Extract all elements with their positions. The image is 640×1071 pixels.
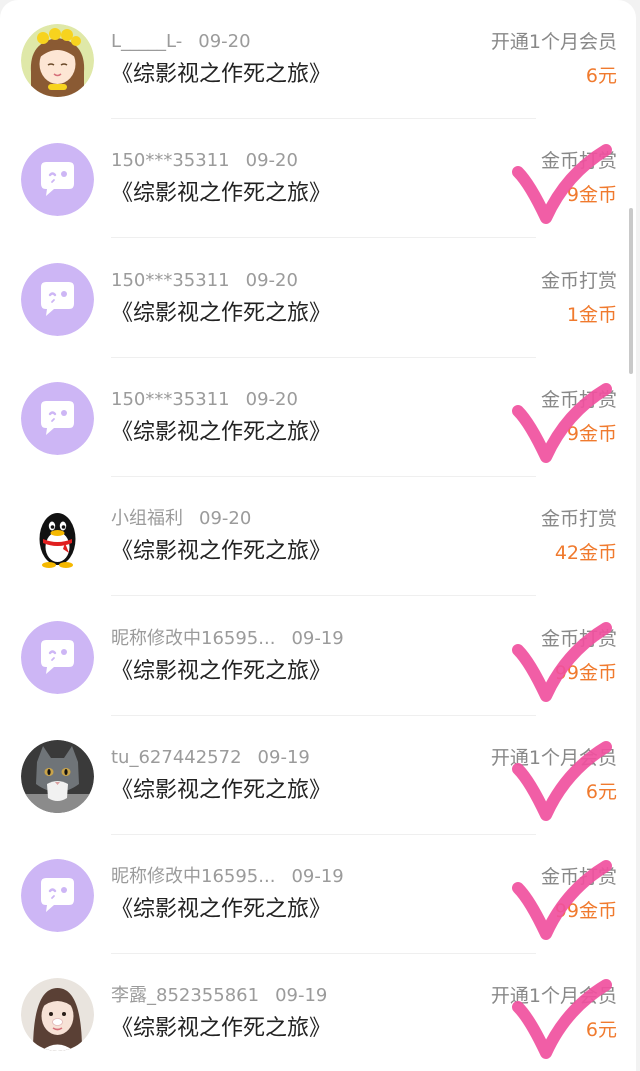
record-amount: 1金币 bbox=[566, 303, 617, 326]
user-line: 李露_852355861 09-19 bbox=[111, 983, 327, 1009]
avatar[interactable] bbox=[21, 143, 94, 217]
record-action: 金币打赏 bbox=[540, 269, 617, 292]
avatar[interactable] bbox=[21, 978, 94, 1052]
record-date: 09-20 bbox=[245, 388, 298, 410]
record-amount: 6元 bbox=[585, 1019, 617, 1042]
avatar[interactable] bbox=[21, 620, 94, 694]
user-name[interactable]: 150***35311 bbox=[111, 389, 230, 410]
record-row[interactable]: tu_627442572 09-19 《综影视之作死之旅》 开通1个月会员 6元 bbox=[0, 716, 636, 835]
record-amount: 99金币 bbox=[554, 900, 617, 923]
book-title: 《综影视之作死之旅》 bbox=[111, 181, 332, 207]
book-title: 《综影视之作死之旅》 bbox=[111, 62, 332, 87]
record-date: 09-19 bbox=[275, 985, 328, 1007]
user-name[interactable]: 李露_852355861 bbox=[111, 985, 259, 1006]
record-action: 金币打赏 bbox=[540, 150, 617, 173]
record-action: 金币打赏 bbox=[540, 866, 617, 889]
book-title: 《综影视之作死之旅》 bbox=[111, 419, 332, 445]
record-row[interactable]: 李露_852355861 09-19 《综影视之作死之旅》 开通1个月会员 6元 bbox=[0, 954, 636, 1071]
record-row[interactable]: L_____L- 09-20 《综影视之作死之旅》 开通1个月会员 6元 bbox=[0, 0, 636, 119]
user-line: 昵称修改中16595... 09-19 bbox=[111, 864, 344, 890]
record-date: 09-20 bbox=[245, 150, 298, 172]
record-row[interactable]: 小组福利 09-20 《综影视之作死之旅》 金币打赏 42金币 bbox=[0, 477, 636, 597]
avatar[interactable] bbox=[21, 24, 94, 97]
record-action: 开通1个月会员 bbox=[490, 31, 617, 53]
book-title: 《综影视之作死之旅》 bbox=[111, 539, 332, 565]
user-line: L_____L- 09-20 bbox=[111, 29, 251, 55]
record-action: 金币打赏 bbox=[540, 627, 617, 650]
record-amount: 42金币 bbox=[554, 542, 617, 565]
record-amount: 6元 bbox=[585, 65, 617, 87]
user-line: 昵称修改中16595... 09-19 bbox=[111, 626, 344, 652]
scrollbar[interactable] bbox=[629, 208, 633, 374]
record-action: 金币打赏 bbox=[540, 508, 617, 531]
avatar[interactable] bbox=[21, 501, 94, 575]
record-row[interactable]: 昵称修改中16595... 09-19 《综影视之作死之旅》 金币打赏 99金币 bbox=[0, 597, 636, 716]
book-title: 《综影视之作死之旅》 bbox=[111, 658, 332, 684]
record-row[interactable]: 150***35311 09-20 《综影视之作死之旅》 金币打赏 9金币 bbox=[0, 119, 636, 239]
user-line: 150***35311 09-20 bbox=[111, 268, 298, 294]
avatar[interactable] bbox=[21, 381, 94, 455]
user-name[interactable]: 150***35311 bbox=[111, 270, 230, 291]
record-action: 开通1个月会员 bbox=[490, 985, 617, 1008]
record-row[interactable]: 昵称修改中16595... 09-19 《综影视之作死之旅》 金币打赏 99金币 bbox=[0, 835, 636, 955]
user-name[interactable]: 昵称修改中16595... bbox=[111, 628, 275, 649]
record-row[interactable]: 150***35311 09-20 《综影视之作死之旅》 金币打赏 1金币 bbox=[0, 239, 636, 358]
record-amount: 9金币 bbox=[566, 184, 617, 207]
record-date: 09-19 bbox=[257, 746, 310, 768]
user-name[interactable]: 昵称修改中16595... bbox=[111, 866, 275, 887]
record-row[interactable]: 150***35311 09-20 《综影视之作死之旅》 金币打赏 9金币 bbox=[0, 358, 636, 477]
user-line: tu_627442572 09-19 bbox=[111, 745, 310, 771]
book-title: 《综影视之作死之旅》 bbox=[111, 897, 332, 923]
user-line: 150***35311 09-20 bbox=[111, 387, 298, 413]
record-amount: 9金币 bbox=[566, 422, 617, 445]
avatar[interactable] bbox=[21, 739, 94, 813]
user-name[interactable]: 150***35311 bbox=[111, 150, 230, 171]
reward-records-screen: L_____L- 09-20 《综影视之作死之旅》 开通1个月会员 6元 150***35… bbox=[0, 0, 640, 1071]
records-list[interactable]: L_____L- 09-20 《综影视之作死之旅》 开通1个月会员 6元 150***35… bbox=[0, 0, 636, 1071]
user-name[interactable]: tu_627442572 bbox=[111, 747, 242, 768]
avatar[interactable] bbox=[21, 859, 94, 933]
book-title: 《综影视之作死之旅》 bbox=[111, 777, 332, 803]
record-action: 开通1个月会员 bbox=[490, 746, 617, 769]
avatar[interactable] bbox=[21, 262, 94, 336]
record-action: 金币打赏 bbox=[540, 388, 617, 411]
user-line: 小组福利 09-20 bbox=[111, 506, 251, 532]
record-date: 09-20 bbox=[198, 31, 251, 52]
user-name[interactable]: 小组福利 bbox=[111, 508, 183, 529]
record-date: 09-20 bbox=[199, 508, 252, 530]
user-line: 150***35311 09-20 bbox=[111, 148, 298, 174]
record-date: 09-19 bbox=[291, 627, 344, 649]
record-amount: 6元 bbox=[585, 780, 617, 803]
book-title: 《综影视之作死之旅》 bbox=[111, 300, 332, 326]
record-amount: 99金币 bbox=[554, 661, 617, 684]
record-date: 09-19 bbox=[291, 866, 344, 888]
record-date: 09-20 bbox=[245, 269, 298, 291]
book-title: 《综影视之作死之旅》 bbox=[111, 1016, 332, 1042]
user-name[interactable]: L_____L- bbox=[111, 31, 182, 52]
